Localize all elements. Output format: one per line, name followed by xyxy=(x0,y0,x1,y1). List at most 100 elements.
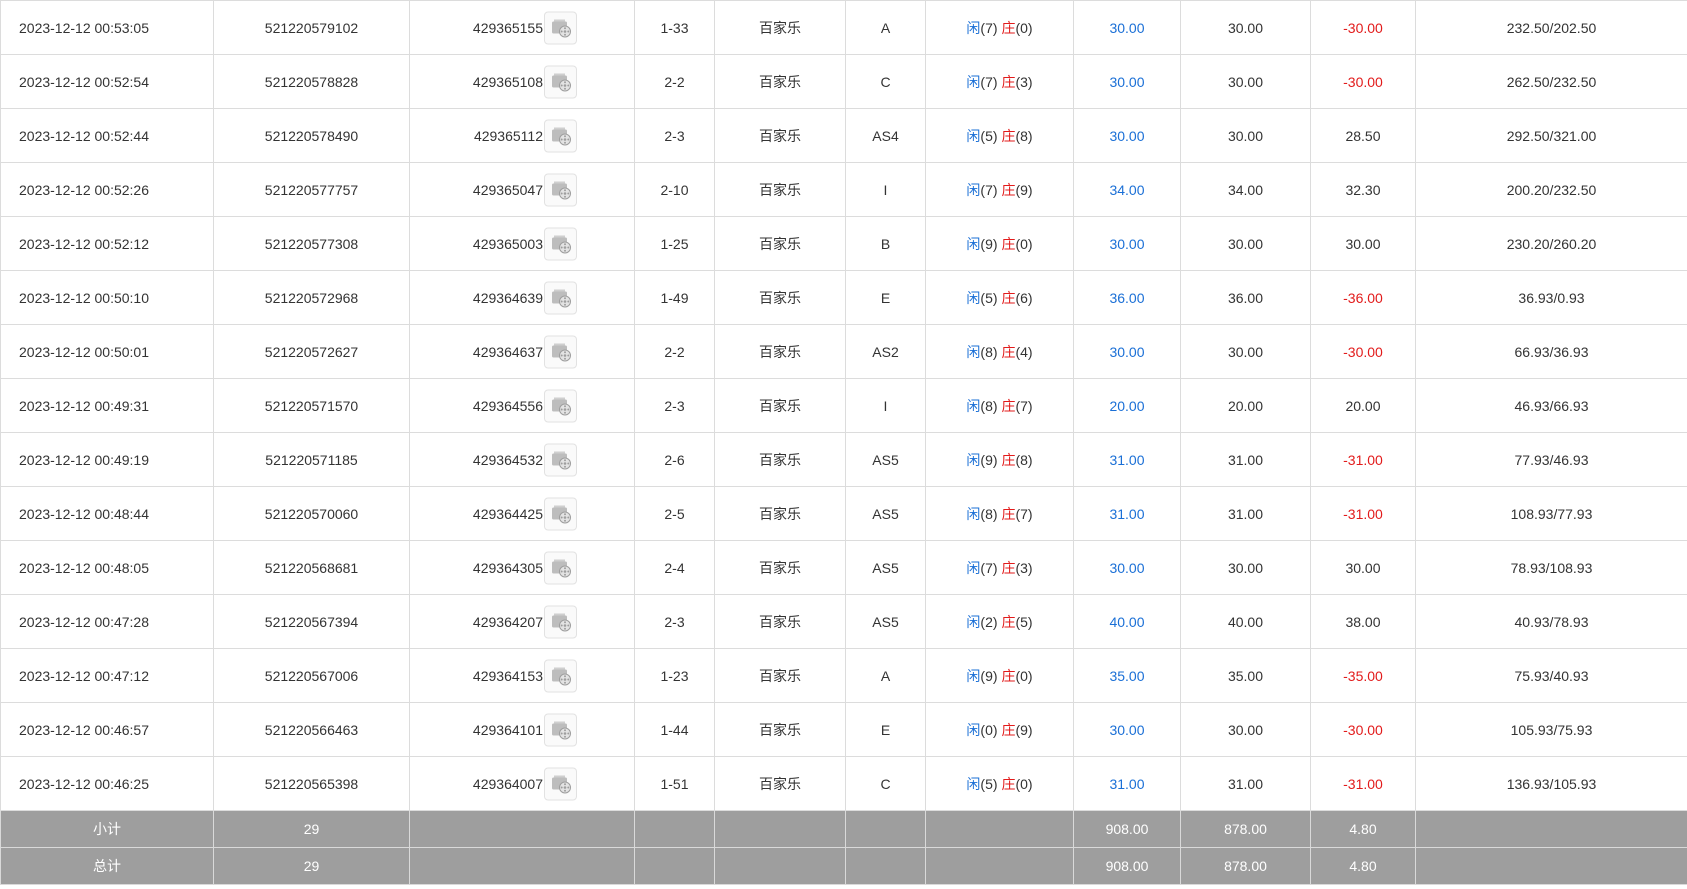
game-name: 百家乐 xyxy=(714,324,846,379)
order-id: 521220568681 xyxy=(213,540,410,595)
empty-cell xyxy=(714,810,846,848)
player-label: 闲 xyxy=(966,127,981,144)
bet-amount: 40.00 xyxy=(1073,594,1181,649)
round-id-cell: 429364207 xyxy=(409,594,635,649)
order-id: 521220566463 xyxy=(213,702,410,757)
win-loss: -30.00 xyxy=(1310,0,1416,55)
win-loss: 32.30 xyxy=(1310,162,1416,217)
video-replay-icon[interactable] xyxy=(544,389,577,422)
game-result: 闲(9) 庄(0) xyxy=(925,216,1074,271)
banker-label: 庄 xyxy=(1001,397,1016,414)
bet-amount: 30.00 xyxy=(1073,0,1181,55)
balance-before-after: 77.93/46.93 xyxy=(1415,432,1687,487)
bet-amount: 20.00 xyxy=(1073,378,1181,433)
table-row: 2023-12-12 00:52:12 521220577308 4293650… xyxy=(0,216,1687,271)
balance-before-after: 200.20/232.50 xyxy=(1415,162,1687,217)
banker-label: 庄 xyxy=(1001,721,1016,738)
game-result: 闲(0) 庄(9) xyxy=(925,702,1074,757)
round-id: 429364207 xyxy=(472,613,543,630)
video-replay-icon[interactable] xyxy=(544,497,577,530)
valid-bet: 30.00 xyxy=(1180,0,1311,55)
video-replay-icon[interactable] xyxy=(544,173,577,206)
bet-amount: 31.00 xyxy=(1073,486,1181,541)
balance-before-after: 105.93/75.93 xyxy=(1415,702,1687,757)
video-replay-icon[interactable] xyxy=(544,281,577,314)
subtotal-row: 小计 29 908.00 878.00 4.80 xyxy=(0,810,1687,848)
banker-score: (0) xyxy=(1015,19,1033,36)
table-name: AS2 xyxy=(845,324,926,379)
player-score: (9) xyxy=(980,451,998,468)
video-replay-icon[interactable] xyxy=(544,11,577,44)
empty-cell xyxy=(1415,810,1687,848)
bet-time: 2023-12-12 00:48:05 xyxy=(0,540,214,595)
bet-time: 2023-12-12 00:52:54 xyxy=(0,54,214,109)
player-label: 闲 xyxy=(966,775,981,792)
game-result: 闲(5) 庄(0) xyxy=(925,756,1074,811)
player-label: 闲 xyxy=(966,451,981,468)
win-loss: 28.50 xyxy=(1310,108,1416,163)
table-row: 2023-12-12 00:46:57 521220566463 4293641… xyxy=(0,702,1687,757)
balance-before-after: 40.93/78.93 xyxy=(1415,594,1687,649)
game-name: 百家乐 xyxy=(714,270,846,325)
table-name: AS5 xyxy=(845,594,926,649)
game-name: 百家乐 xyxy=(714,108,846,163)
valid-bet: 31.00 xyxy=(1180,486,1311,541)
banker-score: (5) xyxy=(1015,613,1033,630)
banker-score: (0) xyxy=(1015,235,1033,252)
banker-label: 庄 xyxy=(1001,451,1016,468)
shoe-hand: 2-2 xyxy=(634,324,715,379)
bet-amount: 31.00 xyxy=(1073,432,1181,487)
game-result: 闲(7) 庄(3) xyxy=(925,540,1074,595)
win-loss: -36.00 xyxy=(1310,270,1416,325)
order-id: 521220571570 xyxy=(213,378,410,433)
round-id-cell: 429364425 xyxy=(409,486,635,541)
banker-score: (7) xyxy=(1015,505,1033,522)
bet-time: 2023-12-12 00:52:26 xyxy=(0,162,214,217)
video-replay-icon[interactable] xyxy=(544,443,577,476)
round-id: 429364556 xyxy=(472,397,543,414)
subtotal-bet: 908.00 xyxy=(1073,810,1181,848)
video-replay-icon[interactable] xyxy=(544,713,577,746)
valid-bet: 20.00 xyxy=(1180,378,1311,433)
banker-label: 庄 xyxy=(1001,775,1016,792)
video-replay-icon[interactable] xyxy=(544,119,577,152)
table-name: B xyxy=(845,216,926,271)
table-name: I xyxy=(845,378,926,433)
game-result: 闲(2) 庄(5) xyxy=(925,594,1074,649)
player-score: (2) xyxy=(980,613,998,630)
round-id-cell: 429364153 xyxy=(409,648,635,703)
shoe-hand: 2-4 xyxy=(634,540,715,595)
subtotal-label: 小计 xyxy=(0,810,214,848)
shoe-hand: 2-3 xyxy=(634,108,715,163)
win-loss: -31.00 xyxy=(1310,432,1416,487)
bet-time: 2023-12-12 00:50:01 xyxy=(0,324,214,379)
order-id: 521220567006 xyxy=(213,648,410,703)
video-replay-icon[interactable] xyxy=(544,65,577,98)
banker-label: 庄 xyxy=(1001,181,1016,198)
order-id: 521220578490 xyxy=(213,108,410,163)
balance-before-after: 108.93/77.93 xyxy=(1415,486,1687,541)
table-row: 2023-12-12 00:52:26 521220577757 4293650… xyxy=(0,162,1687,217)
shoe-hand: 1-25 xyxy=(634,216,715,271)
order-id: 521220579102 xyxy=(213,0,410,55)
video-replay-icon[interactable] xyxy=(544,551,577,584)
round-id: 429364532 xyxy=(472,451,543,468)
banker-label: 庄 xyxy=(1001,343,1016,360)
player-label: 闲 xyxy=(966,343,981,360)
bet-amount: 34.00 xyxy=(1073,162,1181,217)
round-id: 429365047 xyxy=(472,181,543,198)
table-name: AS5 xyxy=(845,486,926,541)
video-replay-icon[interactable] xyxy=(544,605,577,638)
table-body: 2023-12-12 00:53:05 521220579102 4293651… xyxy=(0,0,1687,811)
table-name: C xyxy=(845,54,926,109)
video-replay-icon[interactable] xyxy=(544,767,577,800)
subtotal-win: 4.80 xyxy=(1310,810,1416,848)
table-row: 2023-12-12 00:48:44 521220570060 4293644… xyxy=(0,486,1687,541)
video-replay-icon[interactable] xyxy=(544,335,577,368)
order-id: 521220565398 xyxy=(213,756,410,811)
round-id: 429365155 xyxy=(472,19,543,36)
bet-records-table: 2023-12-12 00:53:05 521220579102 4293651… xyxy=(0,0,1687,885)
video-replay-icon[interactable] xyxy=(544,659,577,692)
video-replay-icon[interactable] xyxy=(544,227,577,260)
shoe-hand: 1-23 xyxy=(634,648,715,703)
